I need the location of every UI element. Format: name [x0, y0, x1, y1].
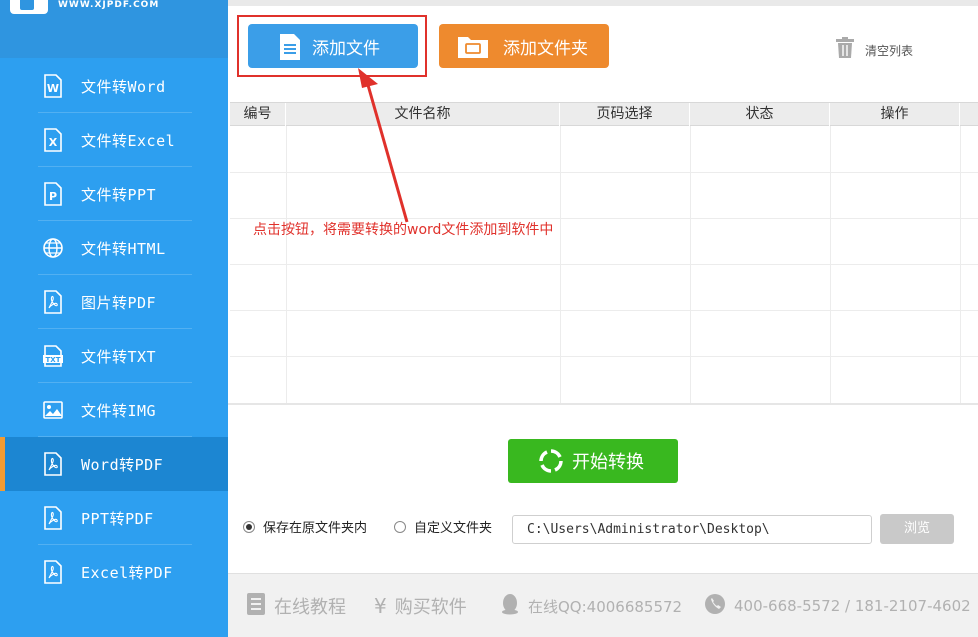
radio-custom-folder[interactable]: 自定义文件夹	[394, 517, 492, 536]
ppt-file-icon: P	[42, 182, 64, 206]
qq-icon	[500, 593, 520, 619]
top-divider	[228, 0, 978, 6]
column-header-status: 状态	[690, 103, 830, 126]
footer-tutorial-label: 在线教程	[274, 597, 346, 618]
sidebar-item-label: 文件转Excel	[81, 131, 176, 150]
footer-phone-link[interactable]: 400-668-5572 / 181-2107-4602	[704, 574, 971, 637]
svg-text:P: P	[49, 190, 57, 203]
footer-buy-label: 购买软件	[394, 597, 467, 618]
document-icon	[278, 33, 302, 65]
column-header-actions: 操作	[830, 103, 960, 126]
sidebar-item-image-to-pdf[interactable]: 图片转PDF	[0, 275, 228, 329]
yen-icon: ¥	[374, 594, 387, 618]
word-file-icon: W	[42, 74, 64, 98]
image-icon	[42, 398, 64, 422]
sidebar-item-label: 文件转Word	[81, 77, 166, 96]
app-logo	[10, 0, 48, 14]
sidebar-item-file-to-html[interactable]: 文件转HTML	[0, 221, 228, 275]
txt-file-icon: TXT	[42, 344, 64, 368]
folder-icon	[457, 33, 489, 63]
sidebar-item-label: 文件转HTML	[81, 239, 166, 258]
sidebar: WWW.XJPDF.COM W 文件转Word X 文件转Excel P 文件转…	[0, 0, 228, 637]
sidebar-item-file-to-excel[interactable]: X 文件转Excel	[0, 113, 228, 167]
footer-qq-label: 在线QQ:4006685572	[528, 597, 683, 616]
sidebar-item-file-to-ppt[interactable]: P 文件转PPT	[0, 167, 228, 221]
sidebar-item-label: PPT转PDF	[81, 509, 154, 528]
refresh-icon	[538, 448, 564, 478]
pdf-file-icon	[42, 560, 64, 584]
pdf-file-icon	[42, 452, 64, 476]
sidebar-item-file-to-img[interactable]: 文件转IMG	[0, 383, 228, 437]
footer-tutorial-link[interactable]: 在线教程	[246, 574, 346, 637]
book-icon	[246, 592, 266, 621]
radio-label: 保存在原文件夹内	[263, 521, 368, 536]
section-divider	[228, 403, 978, 405]
sidebar-item-label: Excel转PDF	[81, 563, 173, 582]
clear-list-button[interactable]: 清空列表	[835, 37, 913, 63]
output-path-input[interactable]	[512, 515, 872, 544]
excel-file-icon: X	[42, 128, 64, 152]
column-header-page-select: 页码选择	[560, 103, 690, 126]
column-header-number: 编号	[230, 103, 286, 126]
footer-qq-link[interactable]: 在线QQ:4006685572	[500, 574, 682, 637]
sidebar-item-excel-to-pdf[interactable]: Excel转PDF	[0, 545, 228, 599]
sidebar-item-label: 文件转PPT	[81, 185, 157, 204]
phone-icon	[704, 593, 726, 619]
logo-text: WWW.XJPDF.COM	[58, 0, 160, 10]
radio-label: 自定义文件夹	[414, 521, 493, 536]
footer-buy-link[interactable]: ¥ 购买软件	[374, 574, 467, 637]
sidebar-item-file-to-txt[interactable]: TXT 文件转TXT	[0, 329, 228, 383]
svg-text:W: W	[47, 82, 59, 95]
start-conversion-button[interactable]: 开始转换	[508, 439, 678, 483]
svg-text:TXT: TXT	[46, 356, 61, 364]
sidebar-item-word-to-pdf[interactable]: Word转PDF	[0, 437, 228, 491]
radio-save-original[interactable]: 保存在原文件夹内	[243, 517, 367, 536]
annotation-arrow	[358, 68, 409, 223]
sidebar-item-file-to-word[interactable]: W 文件转Word	[0, 59, 228, 113]
add-folder-button[interactable]: 添加文件夹	[439, 24, 609, 68]
annotation-text: 点击按钮，将需要转换的word文件添加到软件中	[253, 222, 554, 238]
footer-phone-label: 400-668-5572 / 181-2107-4602	[734, 597, 971, 615]
sidebar-item-label: 文件转IMG	[81, 401, 157, 420]
pdf-file-icon	[42, 506, 64, 530]
globe-icon	[42, 236, 64, 260]
browse-button[interactable]: 浏览	[880, 514, 954, 544]
svg-text:X: X	[49, 136, 58, 149]
sidebar-item-label: 文件转TXT	[81, 347, 157, 366]
radio-button[interactable]	[243, 520, 255, 533]
footer: 在线教程 ¥ 购买软件 在线QQ:4006685572 400-668-5572…	[228, 573, 978, 637]
sidebar-item-label: Word转PDF	[81, 455, 164, 474]
start-conversion-label: 开始转换	[572, 452, 644, 473]
sidebar-item-label: 图片转PDF	[81, 293, 157, 312]
sidebar-item-ppt-to-pdf[interactable]: PPT转PDF	[0, 491, 228, 545]
radio-button[interactable]	[394, 520, 406, 533]
trash-icon	[835, 37, 855, 63]
clear-list-label: 清空列表	[865, 43, 914, 58]
logo-bar: WWW.XJPDF.COM	[0, 0, 228, 58]
pdf-file-icon	[42, 290, 64, 314]
add-folder-label: 添加文件夹	[503, 38, 588, 59]
add-file-label: 添加文件	[312, 38, 380, 59]
